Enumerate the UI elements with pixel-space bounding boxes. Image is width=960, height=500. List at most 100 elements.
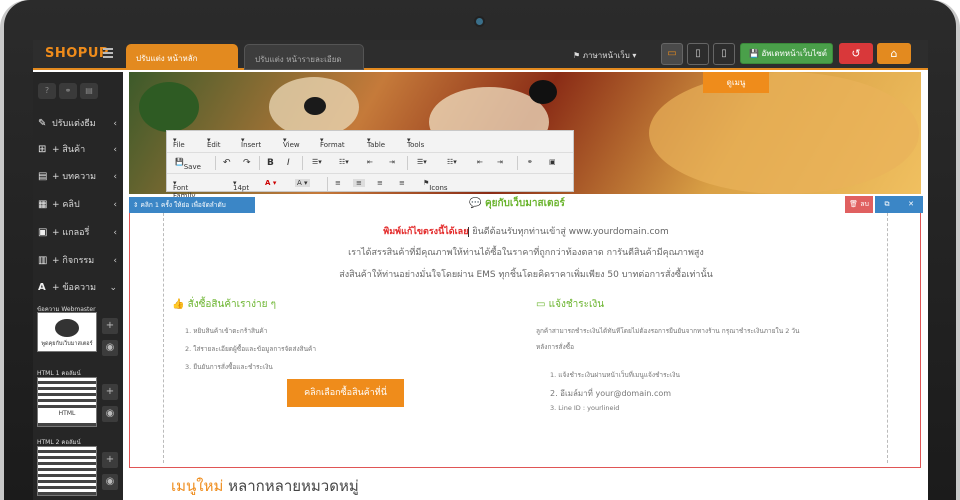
language-label: ภาษาหน้าเว็บ <box>582 51 630 60</box>
intro-line-3: ส่งสินค้าให้ท่านอย่างมั่นใจโดยผ่าน EMS ท… <box>339 270 713 280</box>
view-menu-button[interactable]: ดูเมนู <box>703 72 769 93</box>
mobile-view-icon[interactable]: ▯ <box>713 43 735 65</box>
justify-icon[interactable]: ≡ <box>399 179 405 187</box>
app-logo[interactable]: SHOPUP <box>45 46 109 61</box>
chat-icon: 💬 <box>469 198 482 209</box>
eye-icon[interactable]: ◉ <box>102 474 118 490</box>
chevron-down-icon: ⌄ <box>109 283 117 293</box>
delete-block-button[interactable]: 🗑 ลบ <box>845 196 873 213</box>
sidebar-item-gallery[interactable]: ▣ + แกลอรี่ ‹ <box>33 221 123 245</box>
eye-icon[interactable]: ◉ <box>102 340 118 356</box>
copy-block-icon[interactable]: ⧉ <box>875 196 899 213</box>
link-icon[interactable]: ⚭ <box>527 158 533 166</box>
numbered-list-icon[interactable]: ☷▾ <box>447 158 457 166</box>
chevron-left-icon: ‹ <box>113 256 117 266</box>
undo-button[interactable]: ↺ <box>839 43 873 64</box>
sidebar-item-event[interactable]: ▥ + กิจกรรม ‹ <box>33 249 123 273</box>
payment-step: 1. แจ้งชำระเงินผ่านหน้าเว็บที่เมนูแจ้งชำ… <box>550 371 680 379</box>
menu-view[interactable]: View ▾ <box>283 136 300 149</box>
edit-icon: ✎ <box>38 118 47 129</box>
font-family-select[interactable]: Font Family ▾ <box>173 179 196 200</box>
numbered-list-icon[interactable]: ☷▾ <box>339 158 349 166</box>
tab-edit-detail[interactable]: ปรับแต่ง หน้ารายละเอียด <box>244 44 364 70</box>
language-dropdown[interactable]: ⚑ ภาษาหน้าเว็บ ▾ <box>573 49 636 62</box>
order-section-title: 👍 สั่งซื้อสินค้าเราง่าย ๆ <box>172 299 276 310</box>
outdent-icon[interactable]: ⇤ <box>477 158 483 166</box>
image-icon: ▣ <box>38 227 48 238</box>
sidebar-item-clip[interactable]: ▦ + คลิป ‹ <box>33 193 123 217</box>
link-icon[interactable]: ⚭ <box>59 83 77 99</box>
redo-icon[interactable]: ↷ <box>243 158 251 168</box>
intro-line-1: พิมพ์แก้ไขตรงนี้ได้เลย ยินดีต้อนรับทุกท่… <box>383 227 669 237</box>
order-button[interactable]: คลิกเลือกซื้อสินค้าที่นี่ <box>287 379 404 407</box>
book-icon[interactable]: ▤ <box>80 83 98 99</box>
sidebar-item-product[interactable]: ⊞ + สินค้า ‹ <box>33 138 123 162</box>
drag-hint-bar[interactable]: ⇕ คลิก 1 ครั้ง ให้ย่อ เพื่อจัดลำดับ <box>129 197 255 213</box>
publish-button[interactable]: 💾 อัพเดทหน้าเว็บไซต์ <box>740 43 833 64</box>
order-step: 2. ใส่รายละเอียดผู้ซื้อและข้อมูลการจัดส่… <box>185 345 317 353</box>
menu-icon[interactable] <box>103 48 113 58</box>
thumb-html1[interactable]: HTML <box>37 377 97 427</box>
menu-tools[interactable]: Tools ▾ <box>407 136 424 149</box>
home-button[interactable]: ⌂ <box>877 43 911 64</box>
text-icon: A <box>38 282 46 293</box>
italic-icon[interactable]: I <box>287 158 290 168</box>
thumb-html2[interactable] <box>37 446 97 496</box>
chevron-left-icon: ‹ <box>113 200 117 210</box>
top-bar: SHOPUP ปรับแต่ง หน้าหลัก ปรับแต่ง หน้ารา… <box>33 40 928 70</box>
menu-edit[interactable]: Edit ▾ <box>207 136 221 149</box>
bullet-list-icon[interactable]: ☰▾ <box>417 158 427 166</box>
add-icon[interactable]: + <box>102 452 118 468</box>
tablet-view-icon[interactable]: ▯ <box>687 43 709 65</box>
outdent-icon[interactable]: ⇤ <box>367 158 373 166</box>
add-icon[interactable]: + <box>102 318 118 334</box>
align-right-icon[interactable]: ≡ <box>377 179 383 187</box>
tab-edit-home[interactable]: ปรับแต่ง หน้าหลัก <box>126 44 238 70</box>
align-center-icon[interactable]: ≡ <box>353 179 365 187</box>
toolbar-menu-row: File ▾ Edit ▾ Insert ▾ View ▾ Format ▾ T… <box>167 131 573 151</box>
undo-icon[interactable]: ↶ <box>223 158 231 168</box>
chevron-left-icon: ‹ <box>113 119 117 129</box>
payment-section-title: ▭ แจ้งชำระเงิน <box>536 299 605 310</box>
thumb-webmaster[interactable]: พูดคุยกับเว็บมาสเตอร์ <box>37 312 97 352</box>
eye-icon[interactable]: ◉ <box>102 406 118 422</box>
section-heading: เมนูใหม่ หลากหลายหมวดหมู่ <box>171 477 359 495</box>
credit-card-icon: ▭ <box>536 299 546 310</box>
camera-icon <box>476 18 483 25</box>
block-title: 💬 คุยกับเว็บมาสเตอร์ <box>469 198 565 209</box>
film-icon: ▦ <box>38 199 48 210</box>
editable-content-block[interactable]: พิมพ์แก้ไขตรงนี้ได้เลย ยินดีต้อนรับทุกท่… <box>129 213 921 468</box>
indent-icon[interactable]: ⇥ <box>497 158 503 166</box>
help-icon[interactable]: ? <box>38 83 56 99</box>
sidebar-item-article[interactable]: ▤ + บทความ ‹ <box>33 165 123 189</box>
sidebar-item-theme[interactable]: ✎ ปรับแต่งธีม ‹ <box>33 112 123 136</box>
menu-file[interactable]: File ▾ <box>173 136 185 149</box>
thumb-caption: พูดคุยกับเว็บมาสเตอร์ <box>41 341 93 347</box>
menu-format[interactable]: Format ▾ <box>320 136 345 149</box>
payment-step: 3. Line ID : yourlineid <box>550 404 620 412</box>
font-size-select[interactable]: 14pt ▾ <box>233 179 249 192</box>
sidebar-item-text[interactable]: A + ข้อความ ⌄ <box>33 276 123 300</box>
bullet-list-icon[interactable]: ☰▾ <box>312 158 322 166</box>
save-button[interactable]: 💾 Save <box>175 158 201 171</box>
menu-table[interactable]: Table ▾ <box>367 136 385 149</box>
intro-line-2: เราได้สรรสินค้าที่มีคุณภาพให้ท่านได้ซื้อ… <box>348 248 704 258</box>
chevron-left-icon: ‹ <box>113 172 117 182</box>
calendar-icon: ▥ <box>38 255 48 266</box>
menu-insert[interactable]: Insert ▾ <box>241 136 261 149</box>
thumbs-up-icon: 👍 <box>172 299 185 310</box>
rich-text-toolbar: File ▾ Edit ▾ Insert ▾ View ▾ Format ▾ T… <box>166 130 574 200</box>
desktop-view-icon[interactable]: ▭ <box>661 43 683 65</box>
align-left-icon[interactable]: ≡ <box>335 179 341 187</box>
background-color-icon[interactable]: A ▾ <box>295 179 310 187</box>
icons-button[interactable]: ⚑ Icons <box>423 179 448 192</box>
text-color-icon[interactable]: A ▾ <box>265 179 276 187</box>
image-icon[interactable]: ▣ <box>549 158 556 166</box>
close-block-icon[interactable]: ✕ <box>899 196 923 213</box>
indent-icon[interactable]: ⇥ <box>389 158 395 166</box>
chevron-left-icon: ‹ <box>113 145 117 155</box>
bold-icon[interactable]: B <box>267 158 274 168</box>
document-icon: ▤ <box>38 171 48 182</box>
add-icon[interactable]: + <box>102 384 118 400</box>
page-canvas: ดูเมนู File ▾ Edit ▾ Insert ▾ View ▾ For… <box>129 72 923 500</box>
